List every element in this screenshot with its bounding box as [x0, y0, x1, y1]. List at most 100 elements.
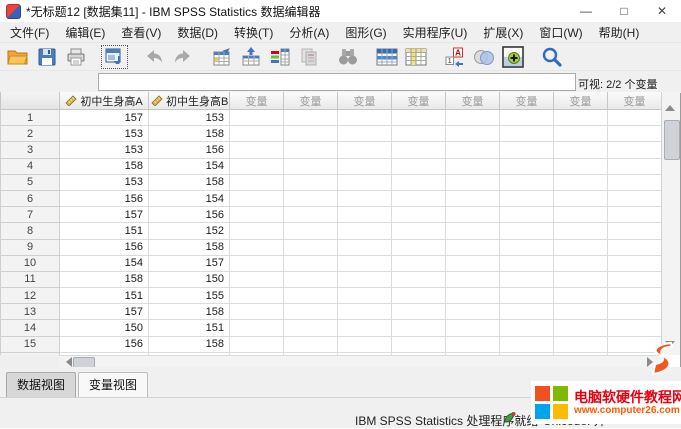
empty-cell[interactable]: [500, 158, 554, 174]
case-number-cell[interactable]: 14: [1, 320, 60, 336]
empty-cell[interactable]: [608, 320, 662, 336]
empty-variable-column-header[interactable]: 变量: [230, 92, 284, 110]
case-number-cell[interactable]: 9: [1, 239, 60, 255]
empty-cell[interactable]: [284, 110, 338, 126]
empty-cell[interactable]: [230, 320, 284, 336]
empty-variable-column-header[interactable]: 变量: [446, 92, 500, 110]
empty-cell[interactable]: [338, 223, 392, 239]
undo-button[interactable]: [139, 44, 168, 70]
data-cell[interactable]: 158: [60, 158, 149, 174]
empty-cell[interactable]: [284, 320, 338, 336]
data-cell[interactable]: 152: [149, 223, 230, 239]
empty-cell[interactable]: [500, 288, 554, 304]
empty-cell[interactable]: [608, 239, 662, 255]
data-cell[interactable]: 156: [60, 239, 149, 255]
data-cell[interactable]: 153: [60, 142, 149, 158]
empty-cell[interactable]: [392, 255, 446, 271]
data-cell[interactable]: 157: [149, 255, 230, 271]
empty-cell[interactable]: [230, 239, 284, 255]
empty-cell[interactable]: [500, 239, 554, 255]
data-cell[interactable]: 158: [149, 304, 230, 320]
empty-cell[interactable]: [554, 142, 608, 158]
empty-cell[interactable]: [500, 126, 554, 142]
menu-item[interactable]: 扩展(X): [475, 22, 531, 43]
empty-cell[interactable]: [554, 110, 608, 126]
empty-cell[interactable]: [230, 207, 284, 223]
case-number-cell[interactable]: 13: [1, 304, 60, 320]
empty-cell[interactable]: [554, 320, 608, 336]
go-to-case-button[interactable]: [207, 44, 236, 70]
empty-cell[interactable]: [338, 239, 392, 255]
empty-cell[interactable]: [338, 304, 392, 320]
empty-cell[interactable]: [500, 110, 554, 126]
empty-cell[interactable]: [446, 255, 500, 271]
data-cell[interactable]: 151: [60, 288, 149, 304]
search-button[interactable]: [537, 44, 566, 70]
value-labels-button[interactable]: A 1: [440, 44, 469, 70]
data-cell[interactable]: 150: [149, 271, 230, 287]
go-to-variable-button[interactable]: [236, 44, 265, 70]
empty-cell[interactable]: [284, 174, 338, 190]
menu-item[interactable]: 图形(G): [337, 22, 394, 43]
find-button[interactable]: [333, 44, 362, 70]
case-number-cell[interactable]: 10: [1, 255, 60, 271]
menu-item[interactable]: 数据(D): [169, 22, 226, 43]
insert-cases-button[interactable]: [372, 44, 401, 70]
empty-cell[interactable]: [230, 126, 284, 142]
case-number-cell[interactable]: 6: [1, 190, 60, 206]
empty-cell[interactable]: [554, 239, 608, 255]
maximize-button[interactable]: □: [605, 0, 643, 22]
empty-cell[interactable]: [230, 223, 284, 239]
empty-cell[interactable]: [338, 158, 392, 174]
empty-cell[interactable]: [500, 271, 554, 287]
empty-cell[interactable]: [392, 304, 446, 320]
data-cell[interactable]: 154: [149, 190, 230, 206]
case-number-cell[interactable]: 11: [1, 271, 60, 287]
empty-cell[interactable]: [608, 190, 662, 206]
empty-cell[interactable]: [284, 239, 338, 255]
empty-cell[interactable]: [500, 255, 554, 271]
data-cell[interactable]: 154: [149, 158, 230, 174]
empty-cell[interactable]: [392, 110, 446, 126]
empty-cell[interactable]: [284, 336, 338, 352]
empty-cell[interactable]: [554, 158, 608, 174]
empty-cell[interactable]: [608, 255, 662, 271]
empty-cell[interactable]: [446, 288, 500, 304]
empty-cell[interactable]: [338, 142, 392, 158]
vertical-scrollbar[interactable]: [661, 92, 680, 355]
empty-cell[interactable]: [338, 288, 392, 304]
case-number-cell[interactable]: 12: [1, 288, 60, 304]
menu-item[interactable]: 窗口(W): [531, 22, 590, 43]
empty-variable-column-header[interactable]: 变量: [608, 92, 662, 110]
empty-cell[interactable]: [392, 336, 446, 352]
empty-cell[interactable]: [446, 223, 500, 239]
data-cell[interactable]: 158: [149, 174, 230, 190]
empty-cell[interactable]: [230, 190, 284, 206]
case-number-cell[interactable]: 5: [1, 174, 60, 190]
menu-item[interactable]: 编辑(E): [57, 22, 113, 43]
data-cell[interactable]: 157: [60, 207, 149, 223]
empty-variable-column-header[interactable]: 变量: [500, 92, 554, 110]
view-tab-data-view[interactable]: 数据视图: [6, 372, 76, 397]
empty-cell[interactable]: [230, 142, 284, 158]
empty-cell[interactable]: [446, 190, 500, 206]
empty-cell[interactable]: [608, 271, 662, 287]
empty-cell[interactable]: [500, 207, 554, 223]
empty-cell[interactable]: [446, 207, 500, 223]
empty-cell[interactable]: [284, 142, 338, 158]
empty-cell[interactable]: [608, 142, 662, 158]
empty-variable-column-header[interactable]: 变量: [554, 92, 608, 110]
empty-cell[interactable]: [230, 110, 284, 126]
empty-cell[interactable]: [230, 304, 284, 320]
empty-cell[interactable]: [392, 223, 446, 239]
empty-cell[interactable]: [230, 271, 284, 287]
empty-cell[interactable]: [554, 271, 608, 287]
print-button[interactable]: [61, 44, 90, 70]
menu-item[interactable]: 查看(V): [113, 22, 169, 43]
empty-cell[interactable]: [554, 336, 608, 352]
empty-cell[interactable]: [338, 320, 392, 336]
empty-cell[interactable]: [554, 190, 608, 206]
data-cell[interactable]: 155: [149, 288, 230, 304]
empty-cell[interactable]: [608, 304, 662, 320]
empty-cell[interactable]: [338, 190, 392, 206]
